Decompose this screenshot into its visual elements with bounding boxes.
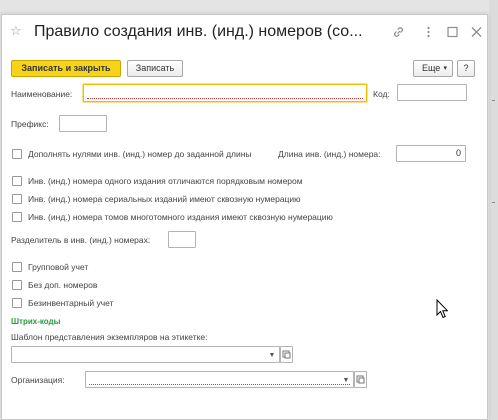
form-window: ☆ Правило создания инв. (инд.) номеров (… xyxy=(1,14,488,420)
group-label: Групповой учет xyxy=(28,262,89,272)
length-label: Длина инв. (инд.) номера: xyxy=(278,149,381,159)
chevron-down-icon[interactable]: ▼ xyxy=(340,373,352,388)
more-button[interactable]: Еще ▾ xyxy=(413,60,453,77)
org-open-button[interactable] xyxy=(354,371,367,388)
more-button-label: Еще xyxy=(422,63,441,73)
open-icon xyxy=(282,350,291,359)
no-extra-label: Без доп. номеров xyxy=(28,280,98,290)
close-icon[interactable] xyxy=(470,26,483,38)
help-button[interactable]: ? xyxy=(457,60,475,77)
length-input[interactable]: 0 xyxy=(396,145,466,162)
strip-mark xyxy=(492,202,495,203)
separator-label: Разделитель в инв. (инд.) номерах: xyxy=(11,235,151,245)
org-label: Организация: xyxy=(11,375,65,385)
no-inventory-label: Безинвентарный учет xyxy=(28,298,114,308)
chevron-down-icon: ▾ xyxy=(443,65,447,72)
star-icon[interactable]: ☆ xyxy=(10,24,22,37)
code-label: Код: xyxy=(373,89,390,99)
save-and-close-button[interactable]: Записать и закрыть xyxy=(11,60,121,77)
background-strip-top xyxy=(0,0,498,14)
title-bar: ☆ Правило создания инв. (инд.) номеров (… xyxy=(2,15,487,47)
maximize-icon[interactable] xyxy=(446,26,459,38)
more-vert-icon[interactable] xyxy=(422,26,435,38)
option3-label: Инв. (инд.) номера томов многотомного из… xyxy=(28,212,333,222)
save-button[interactable]: Записать xyxy=(127,60,183,77)
code-input[interactable] xyxy=(397,84,467,101)
link-icon[interactable] xyxy=(392,26,405,38)
template-input[interactable]: ▼ xyxy=(11,346,280,363)
no-extra-checkbox[interactable] xyxy=(12,280,22,290)
chevron-down-icon[interactable]: ▼ xyxy=(266,348,278,363)
background-strip-right xyxy=(489,0,498,420)
option1-checkbox[interactable] xyxy=(12,176,22,186)
name-input[interactable] xyxy=(83,84,367,102)
prefix-label: Префикс: xyxy=(11,119,49,129)
barcodes-section-heading: Штрих-коды xyxy=(11,317,61,326)
name-label: Наименование: xyxy=(11,89,73,99)
option3-checkbox[interactable] xyxy=(12,212,22,222)
open-icon xyxy=(356,375,365,384)
strip-mark xyxy=(492,100,495,101)
no-inventory-checkbox[interactable] xyxy=(12,298,22,308)
option1-label: Инв. (инд.) номера одного издания отлича… xyxy=(28,176,303,186)
org-input[interactable]: ▼ xyxy=(85,371,354,388)
pad-zeros-label: Дополнять нулями инв. (инд.) номер до за… xyxy=(28,149,252,159)
pad-zeros-checkbox[interactable] xyxy=(12,149,22,159)
mouse-cursor-icon xyxy=(436,299,448,319)
template-label: Шаблон представления экземпляров на этик… xyxy=(11,332,208,342)
option2-label: Инв. (инд.) номера сериальных изданий им… xyxy=(28,194,301,204)
separator-input[interactable] xyxy=(168,231,196,248)
group-checkbox[interactable] xyxy=(12,262,22,272)
option2-checkbox[interactable] xyxy=(12,194,22,204)
template-open-button[interactable] xyxy=(280,346,293,363)
prefix-input[interactable] xyxy=(59,115,107,132)
window-title: Правило создания инв. (инд.) номеров (со… xyxy=(34,23,363,40)
